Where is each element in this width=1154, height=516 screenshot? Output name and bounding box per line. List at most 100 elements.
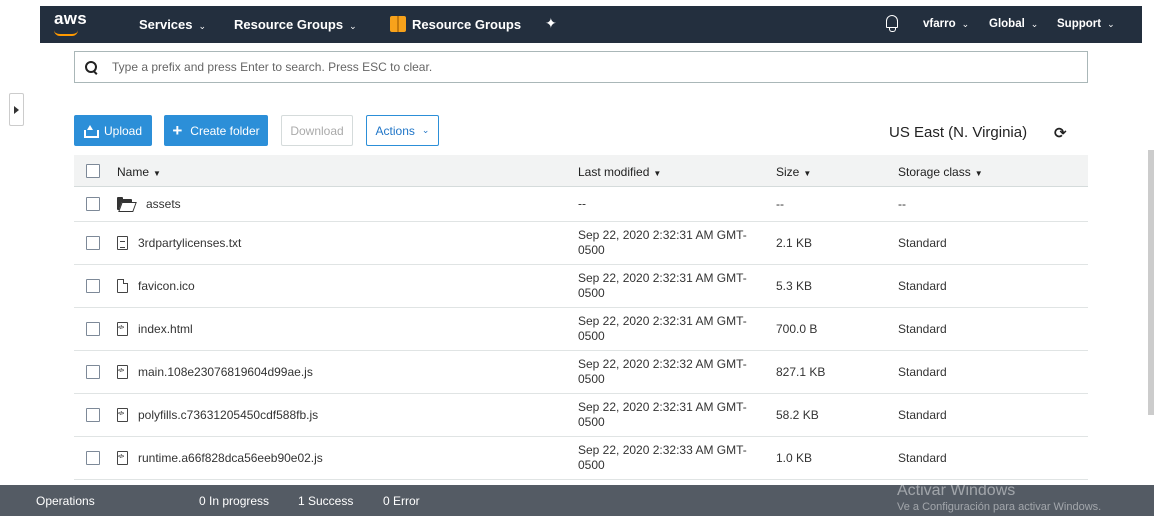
object-last-modified: Sep 22, 2020 2:32:31 AM GMT-0500 — [578, 400, 747, 429]
column-header-last-modified[interactable]: Last modified ▼ — [578, 165, 661, 179]
row-checkbox[interactable] — [86, 236, 100, 250]
resource-groups-label: Resource Groups — [234, 17, 344, 32]
operations-label[interactable]: Operations — [36, 494, 95, 508]
object-name[interactable]: runtime.a66f828dca56eeb90e02.js — [117, 451, 323, 465]
object-storage-class: Standard — [898, 451, 947, 465]
row-checkbox[interactable] — [86, 408, 100, 422]
services-label: Services — [139, 17, 193, 32]
object-name[interactable]: assets — [117, 196, 181, 211]
operations-success[interactable]: 1 Success — [298, 494, 353, 508]
table-row[interactable]: assets -- -- -- — [74, 187, 1088, 222]
file-icon — [117, 279, 128, 293]
chevron-down-icon: ⌄ — [1107, 19, 1115, 29]
table-header: Name ▼ Last modified ▼ Size ▼ Storage class… — [74, 155, 1088, 187]
row-checkbox[interactable] — [86, 322, 100, 336]
code-file-icon — [117, 408, 128, 422]
code-file-icon — [117, 322, 128, 336]
sort-caret-icon: ▼ — [153, 169, 161, 178]
refresh-icon[interactable]: ⟳ — [1054, 124, 1067, 142]
object-last-modified: Sep 22, 2020 2:32:31 AM GMT-0500 — [578, 228, 747, 257]
folder-icon — [117, 196, 132, 210]
region-label: Global — [989, 18, 1025, 30]
object-name-label: polyfills.c73631205450cdf588fb.js — [138, 408, 319, 422]
object-size: 1.0 KB — [776, 451, 813, 465]
object-name-label: index.html — [138, 322, 193, 336]
create-folder-label: Create folder — [190, 123, 260, 138]
row-checkbox[interactable] — [86, 279, 100, 293]
column-header-label: Size — [776, 165, 800, 179]
row-checkbox[interactable] — [86, 451, 100, 465]
column-header-name[interactable]: Name ▼ — [117, 165, 161, 179]
top-navigation-bar: aws Services ⌄ Resource Groups ⌄ Resource … — [40, 6, 1142, 43]
object-name[interactable]: main.108e23076819604d99ae.js — [117, 365, 313, 379]
upload-icon — [83, 125, 99, 138]
object-name-label: favicon.ico — [138, 279, 195, 293]
text-file-icon — [117, 236, 128, 250]
scrollbar[interactable] — [1148, 150, 1154, 415]
table-row[interactable]: runtime.a66f828dca56eeb90e02.js Sep 22, … — [74, 437, 1088, 480]
plus-icon: + — [172, 121, 183, 140]
operations-error[interactable]: 0 Error — [383, 494, 420, 508]
table-row[interactable]: favicon.ico Sep 22, 2020 2:32:31 AM GMT-… — [74, 265, 1088, 308]
sort-caret-icon: ▼ — [653, 169, 662, 178]
region-menu[interactable]: Global ⌄ — [989, 18, 1038, 30]
activation-watermark-subtitle: Ve a Configuración para activar Windows. — [897, 501, 1102, 513]
activation-watermark-title: Activar Windows — [897, 482, 1016, 499]
objects-table: Name ▼ Last modified ▼ Size ▼ Storage class… — [74, 155, 1088, 480]
column-header-label: Name — [117, 165, 150, 179]
object-name[interactable]: index.html — [117, 322, 193, 336]
object-storage-class: Standard — [898, 408, 947, 422]
object-size: 827.1 KB — [776, 365, 826, 379]
object-size: 700.0 B — [776, 322, 818, 336]
select-all-checkbox[interactable] — [86, 164, 100, 178]
object-storage-class: Standard — [898, 365, 947, 379]
support-label: Support — [1057, 18, 1102, 30]
object-name-label: 3rdpartylicenses.txt — [138, 236, 242, 250]
operations-in-progress[interactable]: 0 In progress — [199, 494, 269, 508]
object-name[interactable]: polyfills.c73631205450cdf588fb.js — [117, 408, 318, 422]
search-box[interactable] — [74, 51, 1088, 83]
object-size: -- — [776, 197, 784, 211]
object-name[interactable]: 3rdpartylicenses.txt — [117, 236, 241, 250]
download-button[interactable]: Download — [281, 115, 353, 146]
row-checkbox[interactable] — [86, 197, 100, 211]
side-panel-toggle[interactable] — [9, 93, 24, 126]
column-header-label: Storage class — [898, 165, 971, 179]
chevron-down-icon: ⌄ — [198, 21, 207, 31]
code-file-icon — [117, 365, 128, 379]
aws-logo[interactable]: aws — [54, 9, 87, 29]
top-navigation: aws Services ⌄ Resource Groups ⌄ Resource … — [0, 0, 1154, 43]
table-row[interactable]: polyfills.c73631205450cdf588fb.js Sep 22… — [74, 394, 1088, 437]
row-checkbox[interactable] — [86, 365, 100, 379]
object-storage-class: -- — [898, 197, 906, 211]
object-name-label: runtime.a66f828dca56eeb90e02.js — [138, 451, 323, 465]
search-input[interactable] — [112, 60, 1012, 74]
pin-icon[interactable]: ✦ — [545, 15, 557, 32]
resource-groups-icon — [390, 16, 406, 32]
actions-dropdown[interactable]: Actions ⌄ — [366, 115, 439, 146]
resource-groups-shortcut[interactable]: Resource Groups — [412, 17, 521, 32]
object-name-label: main.108e23076819604d99ae.js — [138, 365, 313, 379]
bell-icon[interactable] — [886, 15, 898, 32]
object-last-modified: Sep 22, 2020 2:32:31 AM GMT-0500 — [578, 271, 747, 300]
object-size: 2.1 KB — [776, 236, 813, 250]
user-label: vfarro — [923, 18, 956, 30]
object-name[interactable]: favicon.ico — [117, 279, 195, 293]
services-menu[interactable]: Services ⌄ — [139, 17, 206, 32]
table-row[interactable]: 3rdpartylicenses.txt Sep 22, 2020 2:32:3… — [74, 222, 1088, 265]
resource-groups-menu[interactable]: Resource Groups ⌄ — [234, 17, 357, 32]
column-header-storage-class[interactable]: Storage class ▼ — [898, 165, 983, 179]
create-folder-button[interactable]: + Create folder — [164, 115, 268, 146]
upload-button[interactable]: Upload — [74, 115, 152, 146]
table-row[interactable]: index.html Sep 22, 2020 2:32:31 AM GMT-0… — [74, 308, 1088, 351]
search-icon — [85, 60, 98, 74]
object-storage-class: Standard — [898, 236, 947, 250]
user-menu[interactable]: vfarro ⌄ — [923, 18, 969, 30]
object-size: 5.3 KB — [776, 279, 813, 293]
support-menu[interactable]: Support ⌄ — [1057, 18, 1115, 30]
table-row[interactable]: main.108e23076819604d99ae.js Sep 22, 202… — [74, 351, 1088, 394]
object-name-label: assets — [146, 197, 181, 211]
column-header-size[interactable]: Size ▼ — [776, 165, 811, 179]
column-header-label: Last modified — [578, 165, 650, 179]
chevron-down-icon: ⌄ — [421, 125, 430, 135]
